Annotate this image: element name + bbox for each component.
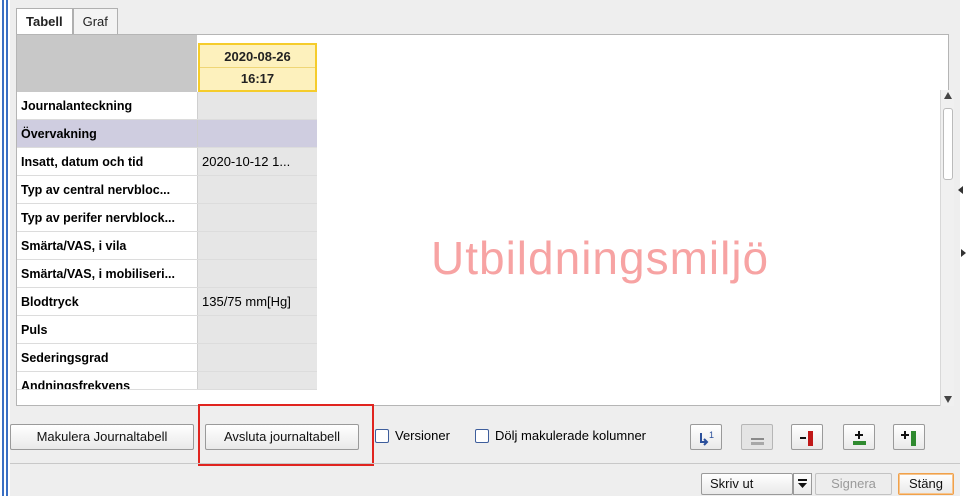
column-time: 16:17 [240, 71, 275, 86]
row-label: Insatt, datum och tid [17, 148, 198, 175]
row-value[interactable]: 135/75 mm[Hg] [198, 288, 317, 315]
add-row-icon [853, 431, 866, 445]
row-label: Puls [17, 316, 198, 343]
skriv-ut-button[interactable]: Skriv ut [701, 473, 793, 495]
checkbox-label: Versioner [395, 428, 450, 443]
tab-graf[interactable]: Graf [72, 8, 118, 34]
add-row-button[interactable] [843, 424, 875, 450]
table-row[interactable]: Puls [17, 316, 317, 344]
row-value [198, 120, 317, 147]
table-row[interactable]: Insatt, datum och tid 2020-10-12 1... [17, 148, 317, 176]
checkbox-box[interactable] [375, 428, 389, 443]
row-label: Sederingsgrad [17, 344, 198, 371]
row-value[interactable] [198, 204, 317, 231]
table-rows: Journalanteckning Övervakning Insatt, da… [17, 92, 317, 390]
add-column-button[interactable] [893, 424, 925, 450]
row-label: Andningsfrekvens [17, 372, 198, 389]
table-row[interactable]: Sederingsgrad [17, 344, 317, 372]
checkbox-label: Dölj makulerade kolumner [495, 428, 647, 443]
table-row[interactable]: Journalanteckning [17, 92, 317, 120]
expand-right-icon[interactable] [961, 249, 966, 257]
row-value[interactable]: 2020-10-12 1... [198, 148, 317, 175]
row-label: Övervakning [17, 120, 198, 147]
add-column-icon [901, 431, 916, 446]
environment-watermark: Utbildningsmiljö [431, 232, 770, 284]
table-row[interactable]: Typ av central nervbloc... [17, 176, 317, 204]
row-header-corner [17, 35, 197, 92]
chevron-down-icon [798, 479, 807, 488]
table-row-group[interactable]: Övervakning [17, 120, 317, 148]
remove-column-icon [751, 438, 764, 445]
checkbox-box[interactable] [475, 428, 489, 443]
row-label: Smärta/VAS, i mobiliseri... [17, 260, 198, 287]
remove-row-button[interactable] [741, 424, 773, 450]
column-date: 2020-08-26 [200, 45, 315, 68]
row-value[interactable] [198, 232, 317, 259]
table-row[interactable]: Andningsfrekvens [17, 372, 317, 390]
makulera-journaltabell-button[interactable]: Makulera Journaltabell [10, 424, 194, 450]
view-tabs: Tabell Graf [16, 8, 118, 35]
window-left-border [0, 0, 10, 496]
scroll-down-icon[interactable] [944, 396, 952, 403]
add-column-right-icon [800, 431, 813, 446]
highlight-annotation [198, 404, 374, 466]
table-row[interactable]: Smärta/VAS, i mobiliseri... [17, 260, 317, 288]
row-value[interactable] [198, 92, 317, 119]
row-value[interactable] [198, 372, 317, 389]
column-header-selected[interactable]: 2020-08-26 16:17 [198, 43, 317, 92]
row-label: Blodtryck [17, 288, 198, 315]
table-row[interactable]: Blodtryck 135/75 mm[Hg] [17, 288, 317, 316]
vertical-scrollbar[interactable] [940, 90, 954, 406]
journal-table-panel: Tabell Graf 2020-08-26 16:17 Journalante… [10, 0, 966, 496]
table-row[interactable]: Typ av perifer nervblock... [17, 204, 317, 232]
row-value[interactable] [198, 176, 317, 203]
scrollbar-thumb[interactable] [943, 108, 953, 180]
collapse-left-icon[interactable] [958, 186, 963, 194]
table-view: 2020-08-26 16:17 Journalanteckning Överv… [16, 34, 949, 406]
row-label: Typ av central nervbloc... [17, 176, 198, 203]
stang-button[interactable]: Stäng [898, 473, 954, 495]
dolj-makulerade-checkbox[interactable]: Dölj makulerade kolumner [475, 428, 646, 443]
table-row[interactable]: Smärta/VAS, i vila [17, 232, 317, 260]
versioner-checkbox[interactable]: Versioner [375, 428, 450, 443]
footer-divider [10, 463, 960, 464]
insert-version-button[interactable]: 1 [690, 424, 722, 450]
scroll-up-icon[interactable] [944, 92, 952, 99]
signera-button[interactable]: Signera [815, 473, 892, 495]
row-value[interactable] [198, 260, 317, 287]
row-value[interactable] [198, 316, 317, 343]
row-label: Typ av perifer nervblock... [17, 204, 198, 231]
svg-text:1: 1 [709, 430, 714, 440]
row-label: Smärta/VAS, i vila [17, 232, 198, 259]
skriv-ut-dropdown[interactable] [793, 473, 812, 495]
insert-version-icon: 1 [700, 430, 714, 446]
row-label: Journalanteckning [17, 92, 198, 119]
tab-tabell[interactable]: Tabell [16, 8, 73, 35]
row-value[interactable] [198, 344, 317, 371]
add-column-right-button[interactable] [791, 424, 823, 450]
